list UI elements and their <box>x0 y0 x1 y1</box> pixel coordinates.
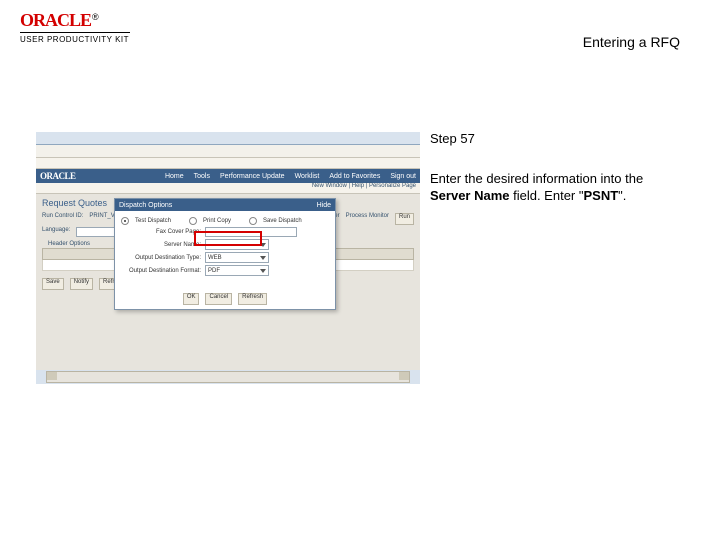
dialog-title: Dispatch Options <box>119 202 172 209</box>
page-title: Entering a RFQ <box>583 34 680 50</box>
out-dest-format-value: PDF <box>208 268 220 274</box>
nav-favorites[interactable]: Add to Favorites <box>329 173 380 180</box>
fax-cover-label: Fax Cover Page: <box>121 229 201 235</box>
instr-seg1: Enter the desired information into the <box>430 171 643 186</box>
logo-divider <box>20 32 130 33</box>
logo-oracle-word: ORACLE <box>20 10 91 30</box>
radio-test-dispatch[interactable] <box>121 217 129 225</box>
radio-print-copy[interactable] <box>189 217 197 225</box>
browser-statusbar <box>36 370 420 384</box>
chevron-down-icon <box>260 269 266 273</box>
page-utility-links[interactable]: New Window | Help | Personalize Page <box>36 183 420 194</box>
notify-button[interactable]: Notify <box>70 278 93 290</box>
radio-save-dispatch[interactable] <box>249 217 257 225</box>
run-control-label: Run Control ID: <box>42 213 83 225</box>
process-monitor-link[interactable]: Process Monitor <box>346 213 389 225</box>
nav-home[interactable]: Home <box>165 173 184 180</box>
app-global-header: ORACLE Home Tools Performance Update Wor… <box>36 169 420 183</box>
highlight-server-name <box>194 231 262 246</box>
run-button[interactable]: Run <box>395 213 414 225</box>
nav-perf[interactable]: Performance Update <box>220 173 285 180</box>
horizontal-scrollbar[interactable] <box>46 371 410 383</box>
chevron-down-icon <box>260 256 266 260</box>
browser-titlebar <box>36 132 420 145</box>
section-title: Header Options <box>48 241 90 247</box>
radio-save-dispatch-label: Save Dispatch <box>263 218 302 224</box>
out-dest-type-field[interactable]: WEB <box>205 252 269 263</box>
ok-button[interactable]: OK <box>183 293 200 305</box>
out-dest-format-field[interactable]: PDF <box>205 265 269 276</box>
dialog-hide-link[interactable]: Hide <box>317 202 331 209</box>
instruction-text: Enter the desired information into the S… <box>430 170 680 205</box>
radio-test-dispatch-label: Test Dispatch <box>135 218 171 224</box>
instruction-panel: Step 57 Enter the desired information in… <box>430 130 680 205</box>
instr-bold2: PSNT <box>583 188 618 203</box>
instr-bold1: Server Name <box>430 188 510 203</box>
radio-print-copy-label: Print Copy <box>203 218 231 224</box>
oracle-upk-logo: ORACLE® USER PRODUCTIVITY KIT <box>20 10 130 44</box>
cancel-button[interactable]: Cancel <box>205 293 232 305</box>
out-dest-type-label: Output Destination Type: <box>121 255 201 261</box>
embedded-screenshot: ORACLE Home Tools Performance Update Wor… <box>36 132 420 384</box>
instr-seg2: field. Enter " <box>510 188 584 203</box>
browser-toolbar <box>36 145 420 158</box>
instr-seg3: ". <box>618 188 626 203</box>
step-label: Step 57 <box>430 130 680 148</box>
dispatch-options-dialog: Dispatch Options Hide Test Dispatch Prin… <box>114 198 336 310</box>
nav-signout[interactable]: Sign out <box>390 173 416 180</box>
logo-upk-sub: USER PRODUCTIVITY KIT <box>20 35 130 44</box>
server-name-label: Server Name: <box>121 242 201 248</box>
out-dest-type-value: WEB <box>208 255 222 261</box>
nav-tools[interactable]: Tools <box>194 173 210 180</box>
out-dest-format-label: Output Destination Format: <box>121 268 201 274</box>
logo-registered: ® <box>92 12 99 22</box>
language-label: Language: <box>42 227 70 237</box>
browser-addressbar <box>36 158 420 169</box>
app-logo: ORACLE <box>40 171 76 181</box>
dialog-refresh-button[interactable]: Refresh <box>238 293 267 305</box>
nav-worklist[interactable]: Worklist <box>295 173 320 180</box>
save-button[interactable]: Save <box>42 278 64 290</box>
